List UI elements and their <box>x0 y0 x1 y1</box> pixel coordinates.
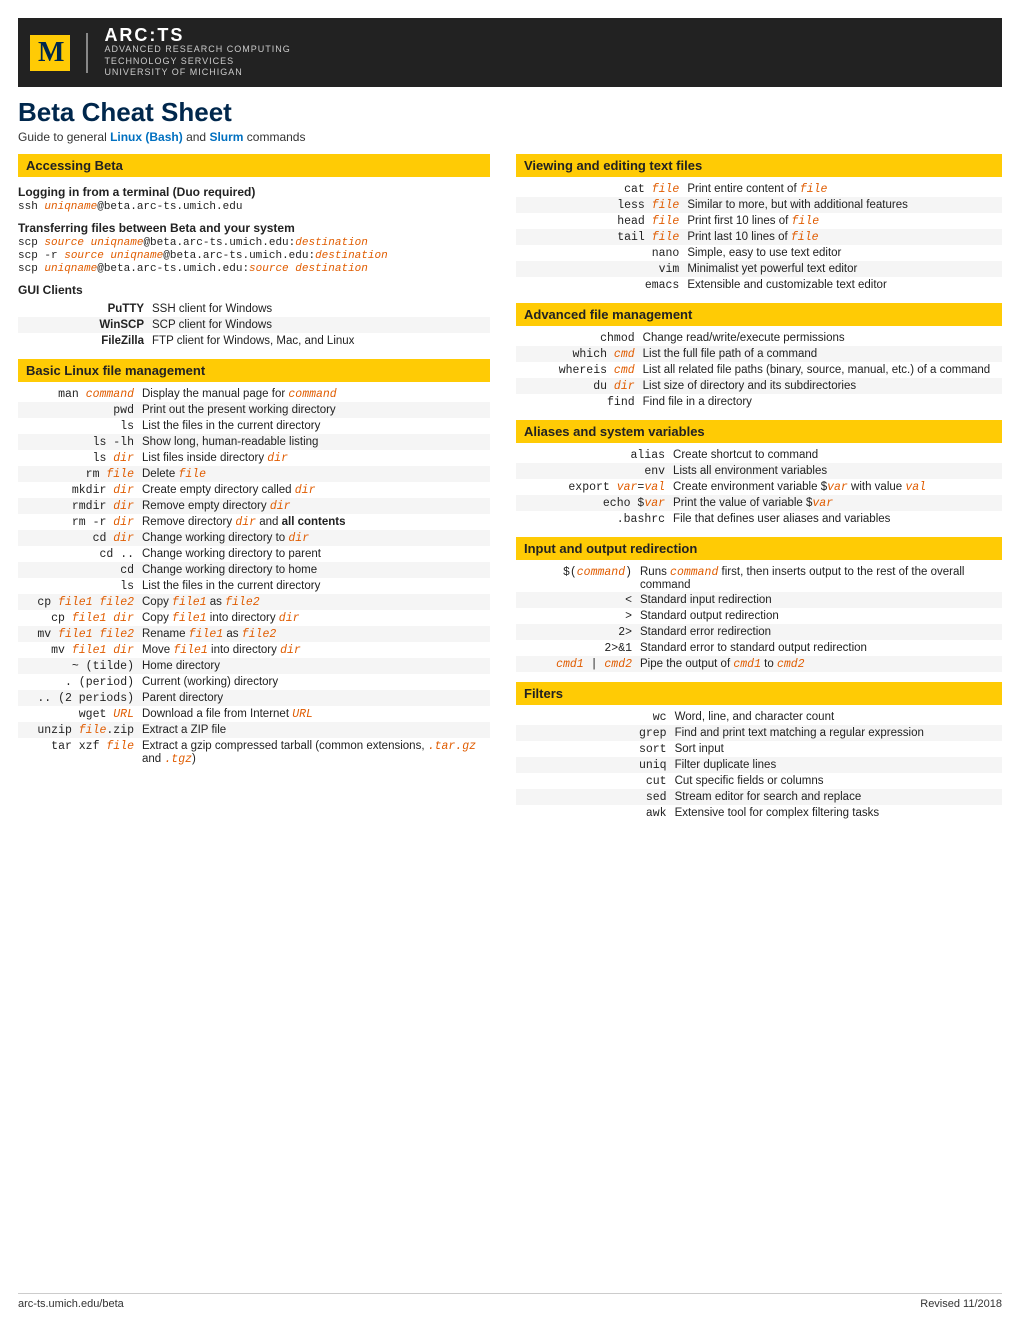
list-item: vim Minimalist yet powerful text editor <box>516 261 1002 277</box>
list-item: ls List the files in the current directo… <box>18 578 490 594</box>
page: M ARC:TS ADVANCED RESEARCH COMPUTING TEC… <box>0 0 1020 1320</box>
footer-url: arc-ts.umich.edu/beta <box>18 1298 124 1310</box>
transfer-title: Transferring files between Beta and your… <box>18 221 490 235</box>
list-item: cd .. Change working directory to parent <box>18 546 490 562</box>
list-item: whereis cmd List all related file paths … <box>516 362 1002 378</box>
aliases-table: alias Create shortcut to command env Lis… <box>516 447 1002 527</box>
list-item: cp file1 dir Copy file1 into directory d… <box>18 610 490 626</box>
list-item: rmdir dir Remove empty directory dir <box>18 498 490 514</box>
list-item: rm -r dir Remove directory dir and all c… <box>18 514 490 530</box>
viewing-editing-table: cat file Print entire content of file le… <box>516 181 1002 293</box>
list-item: FileZilla FTP client for Windows, Mac, a… <box>18 333 490 349</box>
list-item: cd dir Change working directory to dir <box>18 530 490 546</box>
list-item: alias Create shortcut to command <box>516 447 1002 463</box>
list-item: cp file1 file2 Copy file1 as file2 <box>18 594 490 610</box>
footer: arc-ts.umich.edu/beta Revised 11/2018 <box>18 1293 1002 1310</box>
basic-linux-table: man command Display the manual page for … <box>18 386 490 767</box>
list-item: grep Find and print text matching a regu… <box>516 725 1002 741</box>
list-item: emacs Extensible and customizable text e… <box>516 277 1002 293</box>
list-item: cat file Print entire content of file <box>516 181 1002 197</box>
list-item: pwd Print out the present working direct… <box>18 402 490 418</box>
list-item: tail file Print last 10 lines of file <box>516 229 1002 245</box>
gui-clients-table: PuTTY SSH client for Windows WinSCP SCP … <box>18 301 490 349</box>
list-item: ls dir List files inside directory dir <box>18 450 490 466</box>
list-item: env Lists all environment variables <box>516 463 1002 479</box>
gui-clients-title: GUI Clients <box>18 283 490 297</box>
list-item: du dir List size of directory and its su… <box>516 378 1002 394</box>
list-item: cut Cut specific fields or columns <box>516 773 1002 789</box>
arcts-subtitle-3: UNIVERSITY OF MICHIGAN <box>104 67 290 79</box>
list-item: .. (2 periods) Parent directory <box>18 690 490 706</box>
arcts-title: ARC:TS <box>104 26 290 44</box>
list-item: head file Print first 10 lines of file <box>516 213 1002 229</box>
list-item: chmod Change read/write/execute permissi… <box>516 330 1002 346</box>
list-item: $(command) Runs command first, then inse… <box>516 564 1002 592</box>
ssh-line: ssh uniqname@beta.arc-ts.umich.edu <box>18 201 490 213</box>
list-item: echo $var Print the value of variable $v… <box>516 495 1002 511</box>
advanced-file-table: chmod Change read/write/execute permissi… <box>516 330 1002 410</box>
section-aliases: Aliases and system variables <box>516 420 1002 443</box>
list-item: > Standard output redirection <box>516 608 1002 624</box>
logo-divider <box>86 33 88 73</box>
logo-block: M ARC:TS ADVANCED RESEARCH COMPUTING TEC… <box>30 26 291 79</box>
filters-table: wc Word, line, and character count grep … <box>516 709 1002 821</box>
list-item: mv file1 file2 Rename file1 as file2 <box>18 626 490 642</box>
scp-line-2: scp -r source uniqname@beta.arc-ts.umich… <box>18 250 490 262</box>
list-item: tar xzf file Extract a gzip compressed t… <box>18 738 490 767</box>
login-title: Logging in from a terminal (Duo required… <box>18 185 490 199</box>
list-item: uniq Filter duplicate lines <box>516 757 1002 773</box>
list-item: 2>&1 Standard error to standard output r… <box>516 640 1002 656</box>
list-item: cmd1 | cmd2 Pipe the output of cmd1 to c… <box>516 656 1002 672</box>
list-item: sort Sort input <box>516 741 1002 757</box>
footer-revised: Revised 11/2018 <box>920 1298 1002 1310</box>
list-item: sed Stream editor for search and replace <box>516 789 1002 805</box>
list-item: . (period) Current (working) directory <box>18 674 490 690</box>
sheet-subtitle: Guide to general Linux (Bash) and Slurm … <box>18 130 1002 144</box>
list-item: wget URL Download a file from Internet U… <box>18 706 490 722</box>
section-io-redirect: Input and output redirection <box>516 537 1002 560</box>
two-col-layout: Accessing Beta Logging in from a termina… <box>18 154 1002 1279</box>
top-header: M ARC:TS ADVANCED RESEARCH COMPUTING TEC… <box>18 18 1002 87</box>
list-item: ls List the files in the current directo… <box>18 418 490 434</box>
arcts-block: ARC:TS ADVANCED RESEARCH COMPUTING TECHN… <box>104 26 290 79</box>
list-item: mv file1 dir Move file1 into directory d… <box>18 642 490 658</box>
section-viewing-editing: Viewing and editing text files <box>516 154 1002 177</box>
list-item: PuTTY SSH client for Windows <box>18 301 490 317</box>
list-item: .bashrc File that defines user aliases a… <box>516 511 1002 527</box>
io-redirect-table: $(command) Runs command first, then inse… <box>516 564 1002 672</box>
section-filters: Filters <box>516 682 1002 705</box>
list-item: awk Extensive tool for complex filtering… <box>516 805 1002 821</box>
section-basic-linux: Basic Linux file management <box>18 359 490 382</box>
list-item: find Find file in a directory <box>516 394 1002 410</box>
scp-line-3: scp uniqname@beta.arc-ts.umich.edu:sourc… <box>18 263 490 275</box>
list-item: WinSCP SCP client for Windows <box>18 317 490 333</box>
list-item: which cmd List the full file path of a c… <box>516 346 1002 362</box>
section-accessing-beta: Accessing Beta <box>18 154 490 177</box>
list-item: unzip file.zip Extract a ZIP file <box>18 722 490 738</box>
list-item: ~ (tilde) Home directory <box>18 658 490 674</box>
arcts-subtitle-2: TECHNOLOGY SERVICES <box>104 56 290 68</box>
list-item: wc Word, line, and character count <box>516 709 1002 725</box>
m-logo: M <box>30 35 70 71</box>
list-item: < Standard input redirection <box>516 592 1002 608</box>
list-item: export var=val Create environment variab… <box>516 479 1002 495</box>
section-advanced-file: Advanced file management <box>516 303 1002 326</box>
list-item: rm file Delete file <box>18 466 490 482</box>
list-item: ls -lh Show long, human-readable listing <box>18 434 490 450</box>
arcts-subtitle-1: ADVANCED RESEARCH COMPUTING <box>104 44 290 56</box>
list-item: mkdir dir Create empty directory called … <box>18 482 490 498</box>
list-item: man command Display the manual page for … <box>18 386 490 402</box>
sheet-title: Beta Cheat Sheet <box>18 97 1002 128</box>
list-item: 2> Standard error redirection <box>516 624 1002 640</box>
scp-line-1: scp source uniqname@beta.arc-ts.umich.ed… <box>18 237 490 249</box>
left-column: Accessing Beta Logging in from a termina… <box>18 154 508 1279</box>
list-item: nano Simple, easy to use text editor <box>516 245 1002 261</box>
list-item: cd Change working directory to home <box>18 562 490 578</box>
right-column: Viewing and editing text files cat file … <box>508 154 1002 1279</box>
list-item: less file Similar to more, but with addi… <box>516 197 1002 213</box>
